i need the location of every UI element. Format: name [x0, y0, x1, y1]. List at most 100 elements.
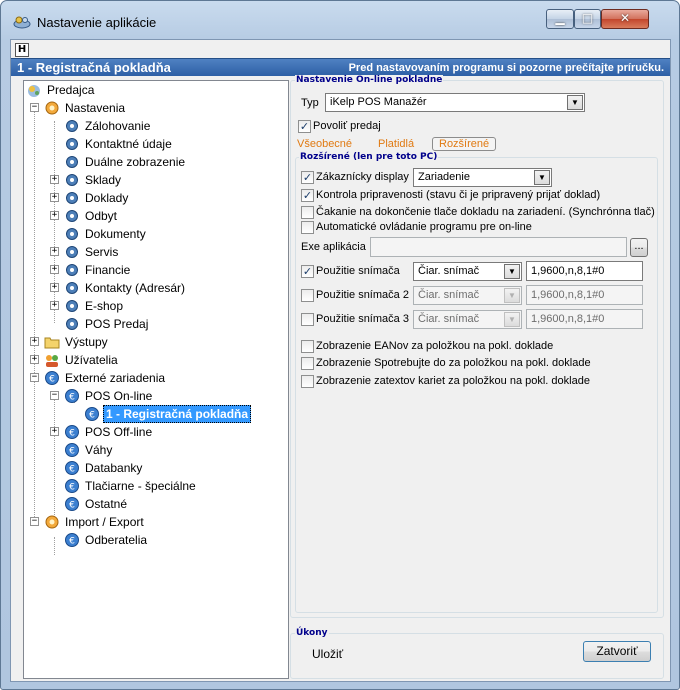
tree-item-pos-offline[interactable]: € POS Off-line [64, 423, 154, 441]
help-box[interactable]: H [15, 43, 29, 57]
tree-item-eshop[interactable]: E-shop [64, 297, 125, 315]
tree-label: POS Off-line [85, 425, 153, 439]
cog-icon [66, 174, 78, 186]
scanner-type-select[interactable]: Čiar. snímač ▼ [413, 310, 522, 329]
scanner-params-field[interactable]: 1,9600,n,8,1#0 [526, 285, 643, 305]
tree-item-pos-predaj[interactable]: POS Predaj [64, 315, 150, 333]
svg-text:€: € [69, 537, 75, 547]
expand-toggle[interactable]: + [50, 211, 59, 220]
chevron-down-icon[interactable]: ▼ [567, 95, 583, 110]
tree-item-ostatne[interactable]: € Ostatné [64, 495, 129, 513]
scanner-checkbox[interactable] [301, 289, 314, 302]
device-icon: € [85, 407, 99, 421]
chevron-down-icon[interactable]: ▼ [504, 264, 520, 279]
scanner-type-select[interactable]: Čiar. snímač ▼ [413, 262, 522, 281]
cog-icon [66, 210, 78, 222]
tree-item-odbyt[interactable]: Odbyt [64, 207, 119, 225]
tree-label: Dokumenty [85, 227, 146, 241]
tree-label: Databanky [85, 461, 143, 475]
chevron-down-icon[interactable]: ▼ [534, 170, 550, 185]
expand-toggle[interactable]: + [50, 301, 59, 310]
collapse-toggle[interactable]: − [30, 517, 39, 526]
option-checkbox[interactable] [301, 221, 314, 234]
scanner-type-select[interactable]: Čiar. snímač ▼ [413, 286, 522, 305]
close-dialog-button[interactable]: Zatvoriť [583, 641, 651, 662]
option-checkbox[interactable] [301, 340, 314, 353]
expand-toggle[interactable]: + [50, 193, 59, 202]
svg-text:€: € [69, 447, 75, 457]
expand-toggle[interactable]: + [50, 247, 59, 256]
tab-platidla[interactable]: Platidlá [378, 138, 414, 150]
scanner-params-field[interactable]: 1,9600,n,8,1#0 [526, 309, 643, 329]
tree-item-tlaciarne[interactable]: € Tlačiarne - špeciálne [64, 477, 198, 495]
tree-label: Ostatné [85, 497, 128, 511]
tree-item-vystupy[interactable]: Výstupy [44, 333, 110, 351]
tree-item-databanky[interactable]: € Databanky [64, 459, 144, 477]
tree-label: Odbyt [85, 209, 118, 223]
expand-toggle[interactable]: + [30, 337, 39, 346]
expand-toggle[interactable]: + [50, 283, 59, 292]
scanner-params-field[interactable]: 1,9600,n,8,1#0 [526, 261, 643, 281]
tree-item-externe[interactable]: € Externé zariadenia [44, 369, 167, 387]
tree-item-vahy[interactable]: € Váhy [64, 441, 114, 459]
folder-icon [44, 337, 60, 349]
option-checkbox[interactable] [301, 357, 314, 370]
option-label: Zobrazenie EANov za položkou na pokl. do… [316, 340, 554, 352]
collapse-toggle[interactable]: − [30, 103, 39, 112]
tree-item-doklady[interactable]: Doklady [64, 189, 130, 207]
extended-group-title: Rozšírené (len pre toto PC) [299, 152, 439, 162]
option-checkbox[interactable] [301, 375, 314, 388]
expand-toggle[interactable]: + [30, 355, 39, 364]
tree-item-servis[interactable]: Servis [64, 243, 120, 261]
close-button[interactable]: ✕ [601, 9, 649, 29]
tree-item-dokumenty[interactable]: Dokumenty [64, 225, 148, 243]
chevron-down-icon[interactable]: ▼ [504, 288, 520, 303]
title-bar[interactable]: Nastavenie aplikácie ▁ □ ✕ [1, 1, 679, 39]
chevron-down-icon[interactable]: ▼ [504, 312, 520, 327]
tree-item-nastavenia[interactable]: Nastavenia [44, 99, 127, 117]
tree-item-root[interactable]: Predajca [26, 81, 96, 99]
tree-item-import-export[interactable]: Import / Export [44, 513, 146, 531]
expand-toggle[interactable]: + [50, 427, 59, 436]
collapse-toggle[interactable]: − [50, 391, 59, 400]
scanner-checkbox[interactable]: ✓ [301, 265, 314, 278]
tree-item-registracna-pokladna[interactable]: €1 - Registračná pokladňa [84, 405, 252, 423]
client-area: H 1 - Registračná pokladňa Pred nastavov… [10, 39, 671, 682]
expand-toggle[interactable]: + [50, 175, 59, 184]
tab-rozsirene[interactable]: Rozšírené [432, 137, 497, 151]
typ-select[interactable]: iKelp POS Manažér ▼ [325, 93, 585, 112]
tree-item-dualne-zobrazenie[interactable]: Duálne zobrazenie [64, 153, 187, 171]
display-select[interactable]: Zariadenie ▼ [413, 168, 552, 187]
cog-icon [66, 120, 78, 132]
settings-tree[interactable]: Predajca − Nastavenia Zálohovanie Kontak… [23, 80, 289, 679]
tree-item-financie[interactable]: Financie [64, 261, 132, 279]
scanner-checkbox[interactable] [301, 313, 314, 326]
tree-item-kontaktne-udaje[interactable]: Kontaktné údaje [64, 135, 174, 153]
option-checkbox[interactable] [301, 206, 314, 219]
display-checkbox[interactable]: ✓ [301, 171, 314, 184]
tree-item-uzivatelia[interactable]: Užívatelia [44, 351, 120, 369]
device-icon: € [65, 497, 79, 511]
maximize-button[interactable]: □ [574, 9, 601, 29]
option-checkbox[interactable]: ✓ [301, 189, 314, 202]
tab-vseobecne[interactable]: Všeobecné [297, 138, 352, 150]
option-label: Automatické ovládanie programu pre on-li… [316, 221, 532, 233]
expand-toggle[interactable]: + [50, 265, 59, 274]
browse-button[interactable]: ... [630, 238, 648, 257]
cog-icon [66, 318, 78, 330]
exe-field[interactable] [370, 237, 627, 257]
store-icon [28, 85, 40, 97]
tree-item-pos-online[interactable]: € POS On-line [64, 387, 154, 405]
save-link[interactable]: Uložiť [312, 647, 343, 661]
collapse-toggle[interactable]: − [30, 373, 39, 382]
tree-label: Kontaktné údaje [85, 137, 172, 151]
scanner-label: Použitie snímača [316, 265, 400, 277]
tree-item-zalohovanie[interactable]: Zálohovanie [64, 117, 152, 135]
povolit-checkbox[interactable]: ✓ [298, 120, 311, 133]
minimize-button[interactable]: ▁ [546, 9, 574, 29]
tree-label: Zálohovanie [85, 119, 151, 133]
tree-item-kontakty[interactable]: Kontakty (Adresár) [64, 279, 187, 297]
device-icon: € [65, 425, 79, 439]
tree-item-sklady[interactable]: Sklady [64, 171, 123, 189]
tree-item-odberatelia[interactable]: € Odberatelia [64, 531, 149, 549]
